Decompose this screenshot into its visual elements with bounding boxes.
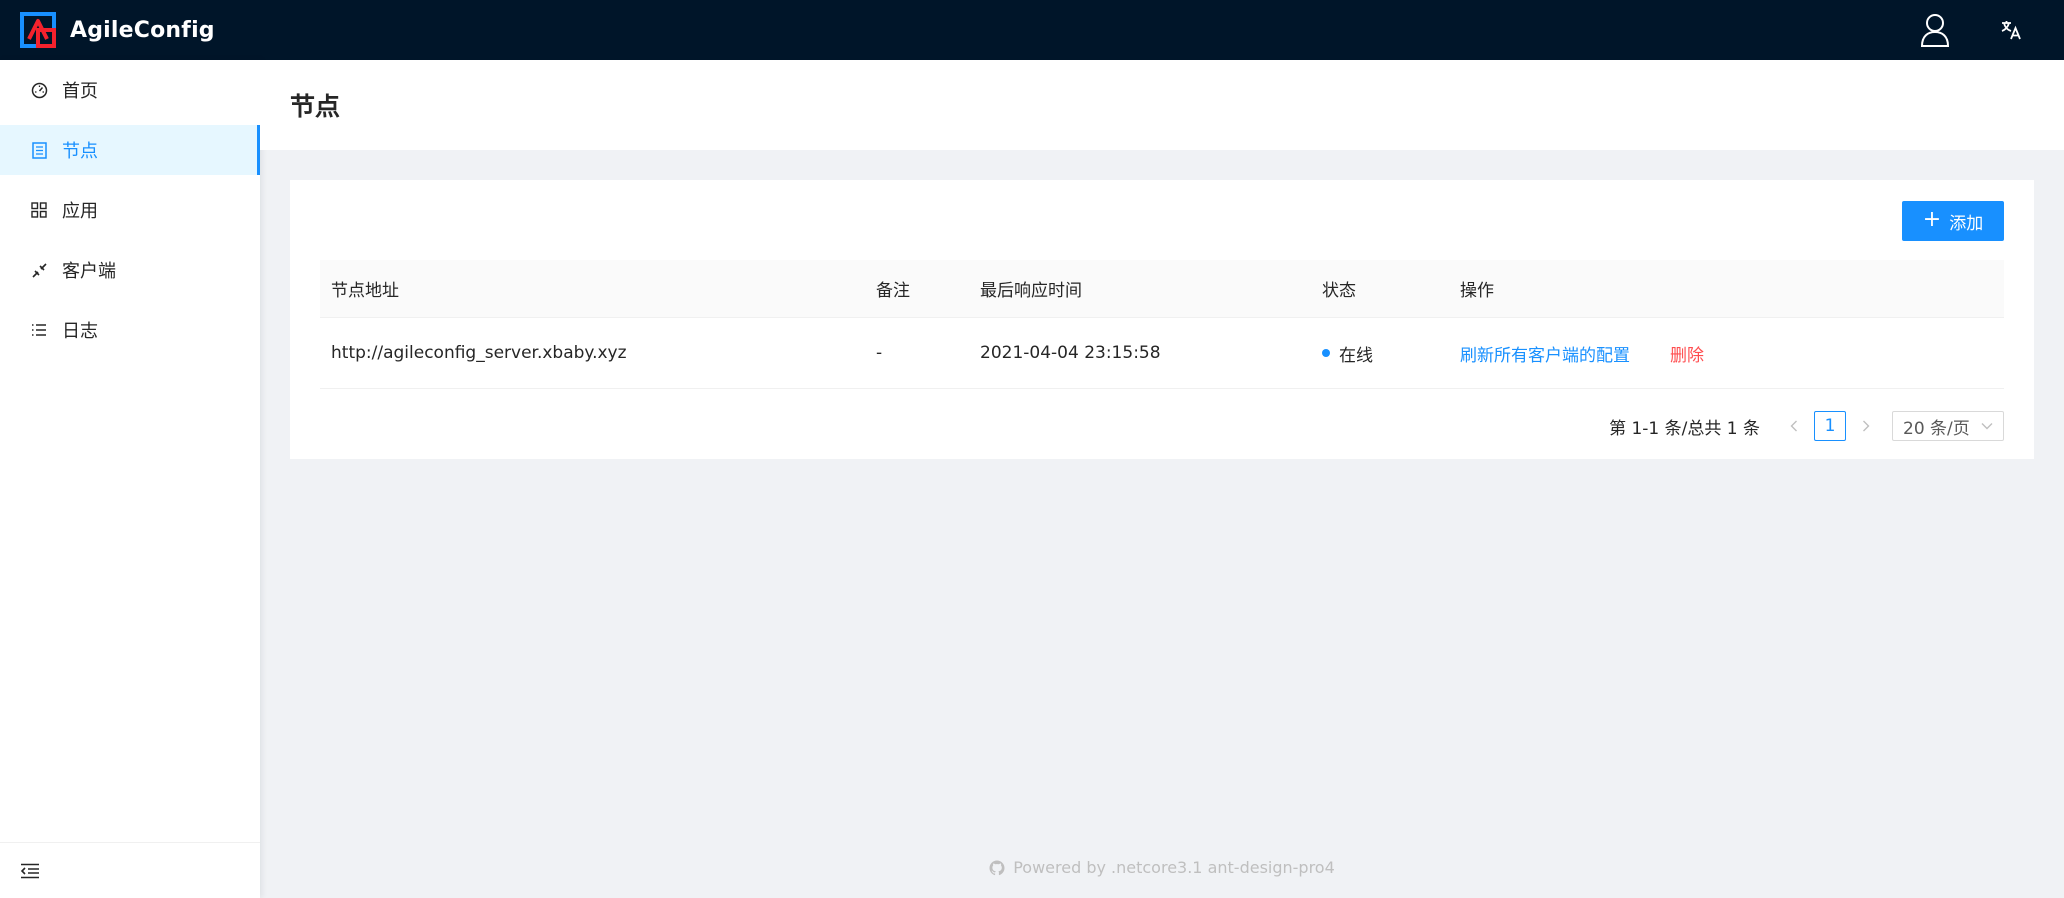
node-list-icon [30,141,48,159]
row-actions: 刷新所有客户端的配置 删除 [1449,341,2004,366]
node-remark: - [876,343,883,363]
table-header: 节点地址 备注 最后响应时间 状态 操作 [320,260,2004,318]
node-last-response: 2021-04-04 23:15:58 [980,343,1161,363]
plus-icon: + [1922,207,1942,232]
footer-text: Powered by .netcore3.1 ant-design-pro4 [1013,858,1335,877]
column-header-actions: 操作 [1460,281,1494,301]
column-header-remark: 备注 [876,281,910,301]
sidebar-item-label: 客户端 [62,261,116,282]
sidebar-item-label: 日志 [62,321,98,342]
dashboard-icon [30,81,48,99]
sidebar-item-clients[interactable]: 客户端 [0,245,260,295]
sidebar-item-label: 节点 [62,141,98,162]
top-header: AgileConfig [0,0,2064,60]
add-node-button[interactable]: + 添加 [1902,201,2004,241]
sidebar-item-home[interactable]: 首页 [0,65,260,115]
column-header-last-response: 最后响应时间 [980,281,1082,301]
sidebar-item-label: 应用 [62,201,98,222]
log-list-icon [30,321,48,339]
client-link-icon [30,261,48,279]
node-table: 节点地址 备注 最后响应时间 状态 操作 http://agileconfig_… [320,260,2004,389]
next-page-icon[interactable] [1850,410,1882,442]
logo[interactable]: AgileConfig [20,12,215,48]
page-title: 节点 [290,92,341,121]
sidebar-collapse-button[interactable] [0,842,260,898]
pagination-total: 第 1-1 条/总共 1 条 [1609,418,1760,439]
sidebar-item-logs[interactable]: 日志 [0,305,260,355]
delete-node-link[interactable]: 删除 [1670,341,1704,366]
page-size-select[interactable]: 20 条/页 [1892,411,2004,441]
apps-grid-icon [30,201,48,219]
column-header-status: 状态 [1322,281,1356,301]
sidebar: 首页 节点 应用 客户端 日志 [0,60,260,898]
sidebar-item-nodes[interactable]: 节点 [0,125,260,175]
status-dot-icon [1322,349,1330,357]
user-icon[interactable] [1918,13,1952,47]
logo-icon [20,12,56,48]
app-name: AgileConfig [70,17,215,43]
prev-page-icon[interactable] [1778,410,1810,442]
sidebar-item-apps[interactable]: 应用 [0,185,260,235]
add-button-label: 添加 [1949,213,1984,234]
node-status: 在线 [1311,341,1449,366]
page-number-button[interactable]: 1 [1814,411,1846,441]
pagination: 第 1-1 条/总共 1 条 1 20 条/页 [1609,410,2004,442]
page-footer: Powered by .netcore3.1 ant-design-pro4 [260,858,2064,877]
node-address: http://agileconfig_server.xbaby.xyz [331,343,627,363]
page-header: 节点 [260,60,2064,150]
node-table-card: + 添加 节点地址 备注 最后响应时间 状态 操作 http://agileco… [290,180,2034,459]
translate-icon[interactable] [1994,13,2028,47]
refresh-clients-config-link[interactable]: 刷新所有客户端的配置 [1460,341,1630,366]
github-icon[interactable] [989,860,1005,876]
table-row: http://agileconfig_server.xbaby.xyz - 20… [320,318,2004,389]
sidebar-item-label: 首页 [62,81,98,102]
status-text: 在线 [1339,345,1373,366]
chevron-down-icon [1981,423,1993,430]
column-header-address: 节点地址 [331,281,399,301]
page-size-value: 20 条/页 [1903,418,1970,439]
menu-fold-icon [20,863,39,878]
